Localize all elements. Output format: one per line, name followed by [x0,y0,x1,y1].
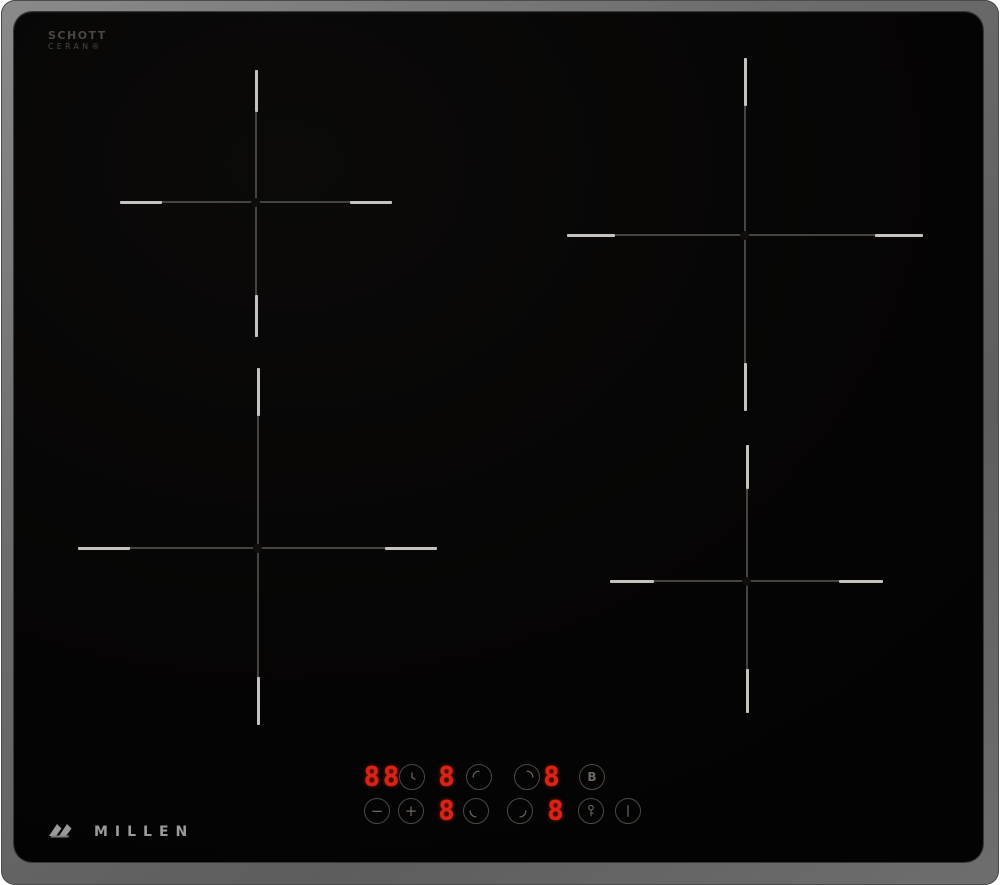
cross-tip-left [610,580,654,583]
plus-button[interactable]: + [398,798,424,824]
key-icon [582,802,600,820]
cross-center-dot [251,198,260,207]
cross-tip-left [567,234,615,237]
cross-tip-top [746,445,749,489]
power-icon [619,802,637,820]
arc-top-left-icon [469,767,489,787]
arc-bottom-right-icon [510,801,530,821]
minus-label: − [371,804,384,819]
cross-tip-top [255,70,258,112]
cross-center-dot [740,231,749,240]
millen-wordmark: MILLEN [94,824,194,840]
cross-tip-bottom [746,669,749,713]
arc-top-right-icon [517,767,537,787]
zone-select-back-right-button[interactable] [514,764,540,790]
cross-tip-bottom [744,363,747,411]
cooktop-photo: SCHOTT CERAN® [0,0,1000,885]
timer-display: 88 [364,762,403,793]
zone-select-back-left-button[interactable] [466,764,492,790]
zone-display-back-left: 8 [438,762,457,793]
cross-center-dot [742,577,751,586]
schott-logo-line2: CERAN® [48,43,107,51]
ceramic-glass-surface [14,12,983,862]
clock-icon [403,768,421,786]
cross-center-dot [253,544,262,553]
cross-tip-left [78,547,130,550]
cross-tip-top [744,58,747,106]
cross-tip-right [350,201,392,204]
minus-button[interactable]: − [364,798,390,824]
schott-logo-line1: SCHOTT [48,30,107,41]
cross-tip-bottom [255,295,258,337]
millen-logo: MILLEN [48,820,194,844]
schott-ceran-logo: SCHOTT CERAN® [48,30,107,51]
zone-display-front-left: 8 [438,796,457,827]
zone-select-front-right-button[interactable] [507,798,533,824]
arc-bottom-left-icon [466,801,486,821]
power-button[interactable] [615,798,641,824]
cross-tip-left [120,201,162,204]
cross-tip-bottom [257,677,260,725]
zone-display-back-right: 8 [543,762,562,793]
cross-tip-right [875,234,923,237]
cross-tip-right [839,580,883,583]
zone-display-front-right: 8 [547,796,566,827]
cross-tip-right [385,547,437,550]
booster-label: B [587,771,596,783]
booster-button[interactable]: B [579,764,605,790]
timer-button[interactable] [399,764,425,790]
cross-tip-top [257,368,260,416]
child-lock-button[interactable] [578,798,604,824]
zone-select-front-left-button[interactable] [463,798,489,824]
plus-label: + [405,804,418,819]
millen-mountain-icon [48,820,84,844]
